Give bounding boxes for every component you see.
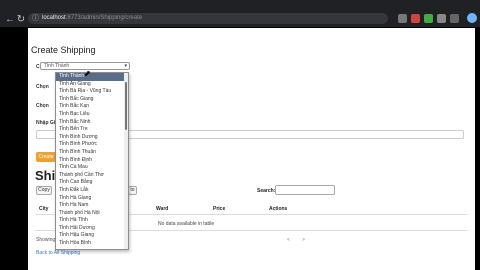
dropdown-option[interactable]: Tỉnh Bà Rịa - Vũng Tàu [56, 88, 128, 96]
dropdown-option[interactable]: Tỉnh Hà Giang [56, 195, 128, 203]
back-link[interactable]: Back to All Shipping [36, 250, 80, 256]
search-input[interactable] [275, 185, 335, 195]
create-button[interactable]: Create [36, 152, 56, 162]
city-dropdown-list[interactable]: Tỉnh Thành Tỉnh An Giang Tỉnh Bà Rịa - Vũn… [55, 72, 129, 250]
dropdown-option[interactable]: Tỉnh Thành [56, 73, 128, 81]
profile-avatar[interactable] [467, 13, 477, 23]
next-page-button[interactable]: > [302, 237, 305, 243]
mouse-cursor-icon: ⬈ [84, 69, 91, 78]
extension-icon[interactable] [398, 14, 407, 23]
dropdown-option[interactable]: Tỉnh Bến Tre [56, 126, 128, 134]
extension-icon[interactable] [424, 14, 433, 23]
select-value: Tỉnh Thành [44, 63, 70, 69]
field-label-price: Nhập Gi [36, 120, 56, 126]
column-header-actions[interactable]: Actions [269, 206, 287, 212]
dropdown-option[interactable]: Tỉnh Hậu Giang [56, 232, 128, 240]
export-button[interactable]: to [128, 186, 137, 195]
dropdown-option[interactable]: Tỉnh Hà Nam [56, 202, 128, 210]
dropdown-option[interactable]: Tỉnh Bình Định [56, 157, 128, 165]
bookmark-icon[interactable] [437, 14, 446, 23]
previous-page-button[interactable]: < [287, 237, 290, 243]
url-text: localhost:8773/admin/Shipping/create [42, 15, 143, 21]
menu-icon[interactable] [450, 14, 459, 23]
window-gutter [0, 27, 28, 270]
search-label: Search: [257, 188, 276, 194]
dropdown-option[interactable]: Tỉnh Cao Bằng [56, 179, 128, 187]
dropdown-option[interactable]: Tỉnh Hòa Bình [56, 240, 128, 248]
dropdown-option[interactable]: Tỉnh Bạc Liêu [56, 111, 128, 119]
scrollbar-thumb[interactable] [125, 82, 127, 130]
dropdown-option[interactable]: Tỉnh Đắk Lắk [56, 187, 128, 195]
dropdown-option[interactable]: Tỉnh Cà Mau [56, 164, 128, 172]
address-bar[interactable]: ⓘ localhost:8773/admin/Shipping/create [28, 13, 388, 24]
arrow-left-icon[interactable]: ← [5, 15, 15, 25]
dropdown-option[interactable]: Tỉnh Hà Tĩnh [56, 217, 128, 225]
page-title: Create Shipping [31, 45, 96, 55]
field-label-district: Chọn [36, 84, 49, 90]
column-header-price[interactable]: Price [213, 206, 225, 212]
copy-button[interactable]: Copy [36, 186, 52, 195]
column-header-city[interactable]: City [39, 206, 48, 212]
browser-toolbar: ← ↻ ⓘ localhost:8773/admin/Shipping/crea… [0, 0, 480, 27]
empty-table-message: No data available in table [158, 221, 215, 227]
field-label-ward: Chọn [36, 103, 49, 109]
column-header-ward[interactable]: Ward [156, 206, 168, 212]
reload-icon[interactable]: ↻ [16, 15, 26, 25]
info-icon[interactable]: ⓘ [32, 14, 39, 23]
extension-icon[interactable] [411, 14, 420, 23]
dropdown-option[interactable]: Tỉnh Bình Phước [56, 141, 128, 149]
chevron-down-icon: ▾ [124, 63, 127, 69]
dropdown-option[interactable]: Tỉnh Bình Thuận [56, 149, 128, 157]
dropdown-option[interactable]: Tỉnh Bắc Kạn [56, 103, 128, 111]
table-info: Showing [36, 237, 56, 243]
